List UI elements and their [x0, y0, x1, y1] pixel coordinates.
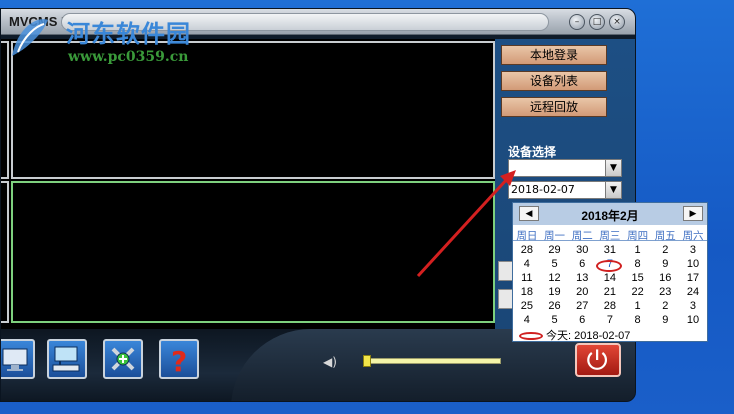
calendar-day[interactable]: 2: [651, 243, 679, 257]
calendar-day[interactable]: 6: [568, 313, 596, 327]
chevron-down-icon[interactable]: ▼: [605, 182, 621, 198]
help-button[interactable]: ?: [159, 339, 199, 379]
computer-network-icon: [52, 346, 80, 372]
calendar-day[interactable]: 13: [568, 271, 596, 285]
calendar-day[interactable]: 23: [651, 285, 679, 299]
calendar-day[interactable]: 10: [679, 313, 707, 327]
help-icon: ?: [171, 345, 187, 378]
video-grid: [1, 39, 495, 329]
today-marker: [519, 332, 543, 341]
calendar-day[interactable]: 11: [513, 271, 541, 285]
calendar-day[interactable]: 9: [651, 313, 679, 327]
calendar-day[interactable]: 6: [568, 257, 596, 271]
calendar-day[interactable]: 1: [624, 243, 652, 257]
speaker-icon[interactable]: ◀): [323, 355, 337, 369]
restore-button[interactable]: □: [589, 14, 605, 30]
calendar-day[interactable]: 20: [568, 285, 596, 299]
calendar-week-row: 28 29 30 31 1 2 3: [513, 243, 707, 257]
calendar-day[interactable]: 12: [541, 271, 569, 285]
power-icon: [587, 349, 608, 370]
calendar-day[interactable]: 7: [596, 313, 624, 327]
calendar-day[interactable]: 19: [541, 285, 569, 299]
calendar-day[interactable]: 28: [596, 299, 624, 313]
calendar-day[interactable]: 25: [513, 299, 541, 313]
calendar-week-row: 25 26 27 28 1 2 3: [513, 299, 707, 313]
calendar-day[interactable]: 21: [596, 285, 624, 299]
power-button[interactable]: [575, 343, 621, 377]
weekday-label: 周六: [679, 228, 707, 242]
calendar-header: ◀ 2018年2月 ▶: [513, 203, 707, 225]
device-list-button[interactable]: 设备列表: [501, 71, 607, 91]
calendar-day[interactable]: 24: [679, 285, 707, 299]
next-month-button[interactable]: ▶: [683, 206, 703, 221]
calendar-day[interactable]: 2: [651, 299, 679, 313]
calendar-week-row: 18 19 20 21 22 23 24: [513, 285, 707, 299]
calendar-day[interactable]: 3: [679, 243, 707, 257]
calendar-day[interactable]: 9: [651, 257, 679, 271]
calendar-day[interactable]: 16: [651, 271, 679, 285]
selected-day-marker: [596, 260, 622, 272]
calendar-day[interactable]: 3: [679, 299, 707, 313]
local-login-button[interactable]: 本地登录: [501, 45, 607, 65]
calendar-day[interactable]: 1: [624, 299, 652, 313]
calendar-day[interactable]: 30: [568, 243, 596, 257]
weekday-label: 周一: [540, 228, 569, 242]
calendar-day[interactable]: 17: [679, 271, 707, 285]
watermark-url: www.pc0359.cn: [68, 49, 189, 65]
minimize-button[interactable]: –: [569, 14, 585, 30]
calendar-month-title: 2018年2月: [581, 209, 639, 223]
calendar-day[interactable]: 5: [541, 313, 569, 327]
calendar-day[interactable]: 5: [541, 257, 569, 271]
chevron-down-icon[interactable]: ▼: [605, 160, 621, 176]
video-pane[interactable]: [1, 181, 9, 323]
device-select-label: 设备选择: [508, 145, 557, 159]
svg-text:?: ?: [171, 345, 187, 377]
calendar-week-row: 4 5 6 7 8 9 10: [513, 313, 707, 327]
watermark-logo: [12, 19, 48, 56]
network-button[interactable]: [47, 339, 87, 379]
date-select-value: 2018-02-07: [511, 183, 575, 196]
weekday-header: 周日 周一 周二 周三 周四 周五 周六: [513, 228, 707, 242]
calendar-day[interactable]: 14: [596, 271, 624, 285]
calendar-week-row: 11 12 13 14 15 16 17: [513, 271, 707, 285]
calendar-day[interactable]: 22: [624, 285, 652, 299]
monitor-icon: [2, 348, 28, 371]
settings-button[interactable]: [103, 339, 143, 379]
watermark-site-name: 河东软件园: [66, 20, 191, 48]
today-text: 今天: 2018-02-07: [546, 330, 631, 342]
calendar-day[interactable]: 4: [513, 257, 541, 271]
device-select[interactable]: ▼: [508, 159, 622, 177]
calendar-day[interactable]: 31: [596, 243, 624, 257]
video-pane-active[interactable]: [11, 181, 495, 323]
weekday-label: 周日: [513, 228, 541, 242]
calendar-day[interactable]: 28: [513, 243, 541, 257]
date-picker-calendar: ◀ 2018年2月 ▶ 周日 周一 周二 周三 周四 周五 周六 28 29 30 3…: [512, 202, 708, 342]
today-link[interactable]: 今天: 2018-02-07: [513, 327, 707, 342]
calendar-day[interactable]: 18: [513, 285, 541, 299]
calendar-day[interactable]: 15: [624, 271, 652, 285]
calendar-day[interactable]: 29: [541, 243, 569, 257]
calendar-day[interactable]: 4: [513, 313, 541, 327]
monitor-button[interactable]: [1, 339, 35, 379]
calendar-day[interactable]: 8: [624, 257, 652, 271]
close-button[interactable]: ×: [609, 14, 625, 30]
volume-thumb[interactable]: [363, 355, 371, 367]
weekday-label: 周五: [651, 228, 680, 242]
weekday-label: 周三: [596, 228, 624, 242]
tools-icon: [111, 347, 135, 371]
weekday-label: 周二: [568, 228, 597, 242]
calendar-day[interactable]: 26: [541, 299, 569, 313]
calendar-day[interactable]: 10: [679, 257, 707, 271]
volume-slider[interactable]: [363, 358, 501, 364]
date-select[interactable]: 2018-02-07 ▼: [508, 181, 622, 199]
remote-playback-button[interactable]: 远程回放: [501, 97, 607, 117]
calendar-day[interactable]: 8: [624, 313, 652, 327]
calendar-day[interactable]: 27: [568, 299, 596, 313]
weekday-label: 周四: [623, 228, 652, 242]
video-pane[interactable]: [1, 41, 9, 179]
